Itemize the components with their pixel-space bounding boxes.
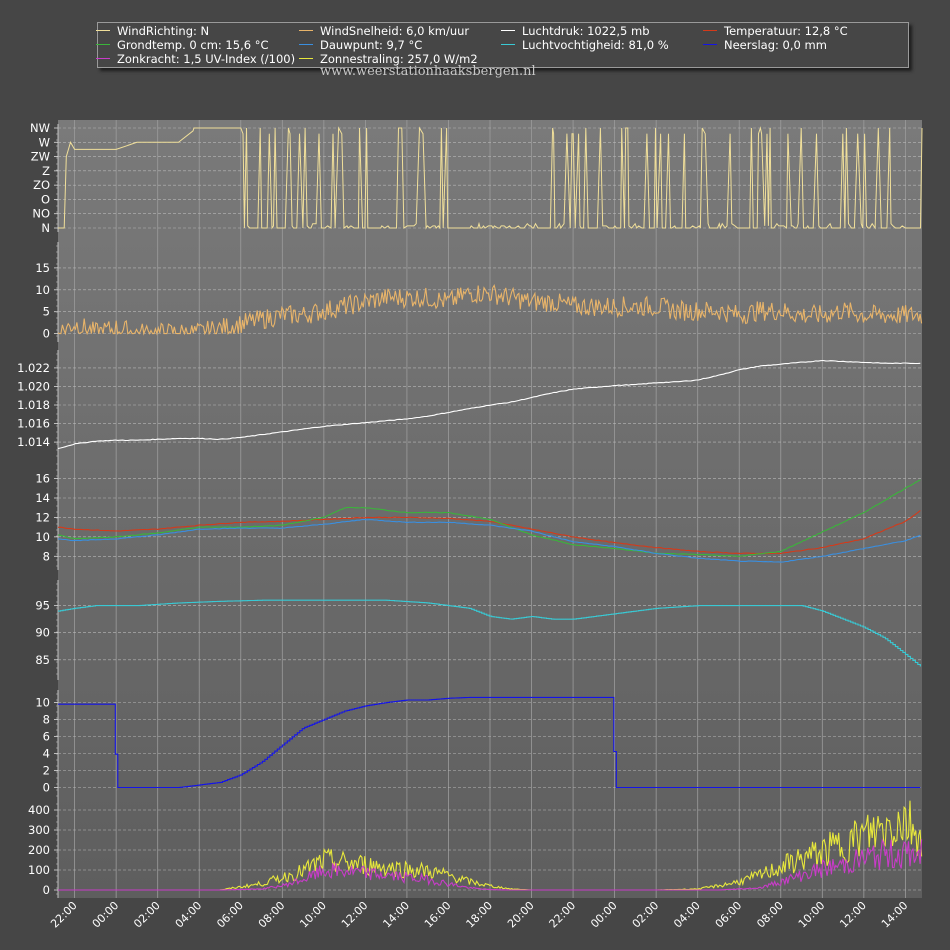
y-tick-label: 8 — [43, 713, 50, 727]
y-tick-label: N — [41, 221, 50, 235]
y-tick-label: W — [39, 135, 50, 149]
y-tick-label: 12 — [35, 510, 50, 524]
x-tick-label: 04:00 — [671, 899, 703, 931]
x-tick-label: 08:00 — [754, 899, 786, 931]
x-tick-label: 00:00 — [588, 899, 620, 931]
x-tick-label: 12:00 — [339, 899, 371, 931]
y-tick-label: 1.016 — [17, 417, 50, 431]
x-tick-label: 14:00 — [879, 899, 911, 931]
y-tick-label: 10 — [35, 696, 50, 710]
y-tick-label: 300 — [28, 823, 50, 837]
y-tick-label: 5 — [43, 305, 50, 319]
y-tick-label: 8 — [43, 549, 50, 563]
x-tick-label: 02:00 — [630, 899, 662, 931]
y-tick-label: 10 — [35, 530, 50, 544]
y-tick-label: 0 — [43, 883, 50, 897]
y-tick-label: Z — [42, 164, 50, 178]
x-tick-label: 00:00 — [90, 899, 122, 931]
y-tick-label: 16 — [35, 472, 50, 486]
y-tick-label: 1.020 — [17, 379, 50, 393]
y-tick-label: 90 — [35, 626, 50, 640]
y-tick-label: 400 — [28, 803, 50, 817]
y-tick-label: 14 — [35, 491, 50, 505]
y-tick-label: 15 — [35, 261, 50, 275]
y-tick-label: 2 — [43, 764, 50, 778]
x-tick-label: 22:00 — [547, 899, 579, 931]
chart: 22:00 00:00 02:00 04:00 06:00 08:00 10:00 12:00… — [17, 120, 923, 931]
y-tick-label: ZW — [31, 150, 50, 164]
y-tick-label: 100 — [28, 863, 50, 877]
x-tick-label: 12:00 — [837, 899, 869, 931]
x-tick-label: 10:00 — [796, 899, 828, 931]
y-tick-label: NO — [32, 207, 50, 221]
y-tick-label: 0 — [43, 327, 50, 341]
y-tick-label: 10 — [35, 283, 50, 297]
x-tick-label: 02:00 — [131, 899, 163, 931]
y-tick-label: 1.022 — [17, 361, 50, 375]
y-tick-label: O — [41, 192, 50, 206]
x-tick-label: 14:00 — [380, 899, 412, 931]
y-tick-label: 200 — [28, 843, 50, 857]
y-tick-label: 95 — [35, 599, 50, 613]
y-tick-label: 1.014 — [17, 435, 50, 449]
x-tick-label: 06:00 — [214, 899, 246, 931]
y-tick-label: 0 — [43, 781, 50, 795]
x-tick-label: 10:00 — [297, 899, 329, 931]
y-tick-label: NW — [30, 121, 50, 135]
y-tick-label: ZO — [33, 178, 50, 192]
x-tick-label: 08:00 — [256, 899, 288, 931]
y-tick-label: 6 — [43, 730, 50, 744]
x-tick-label: 18:00 — [464, 899, 496, 931]
x-tick-label: 16:00 — [422, 899, 454, 931]
y-tick-label: 85 — [35, 653, 50, 667]
y-tick-label: 4 — [43, 747, 50, 761]
x-tick-label: 04:00 — [173, 899, 205, 931]
y-tick-label: 1.018 — [17, 398, 50, 412]
x-tick-label: 20:00 — [505, 899, 537, 931]
x-tick-label: 22:00 — [48, 899, 80, 931]
x-tick-label: 06:00 — [713, 899, 745, 931]
